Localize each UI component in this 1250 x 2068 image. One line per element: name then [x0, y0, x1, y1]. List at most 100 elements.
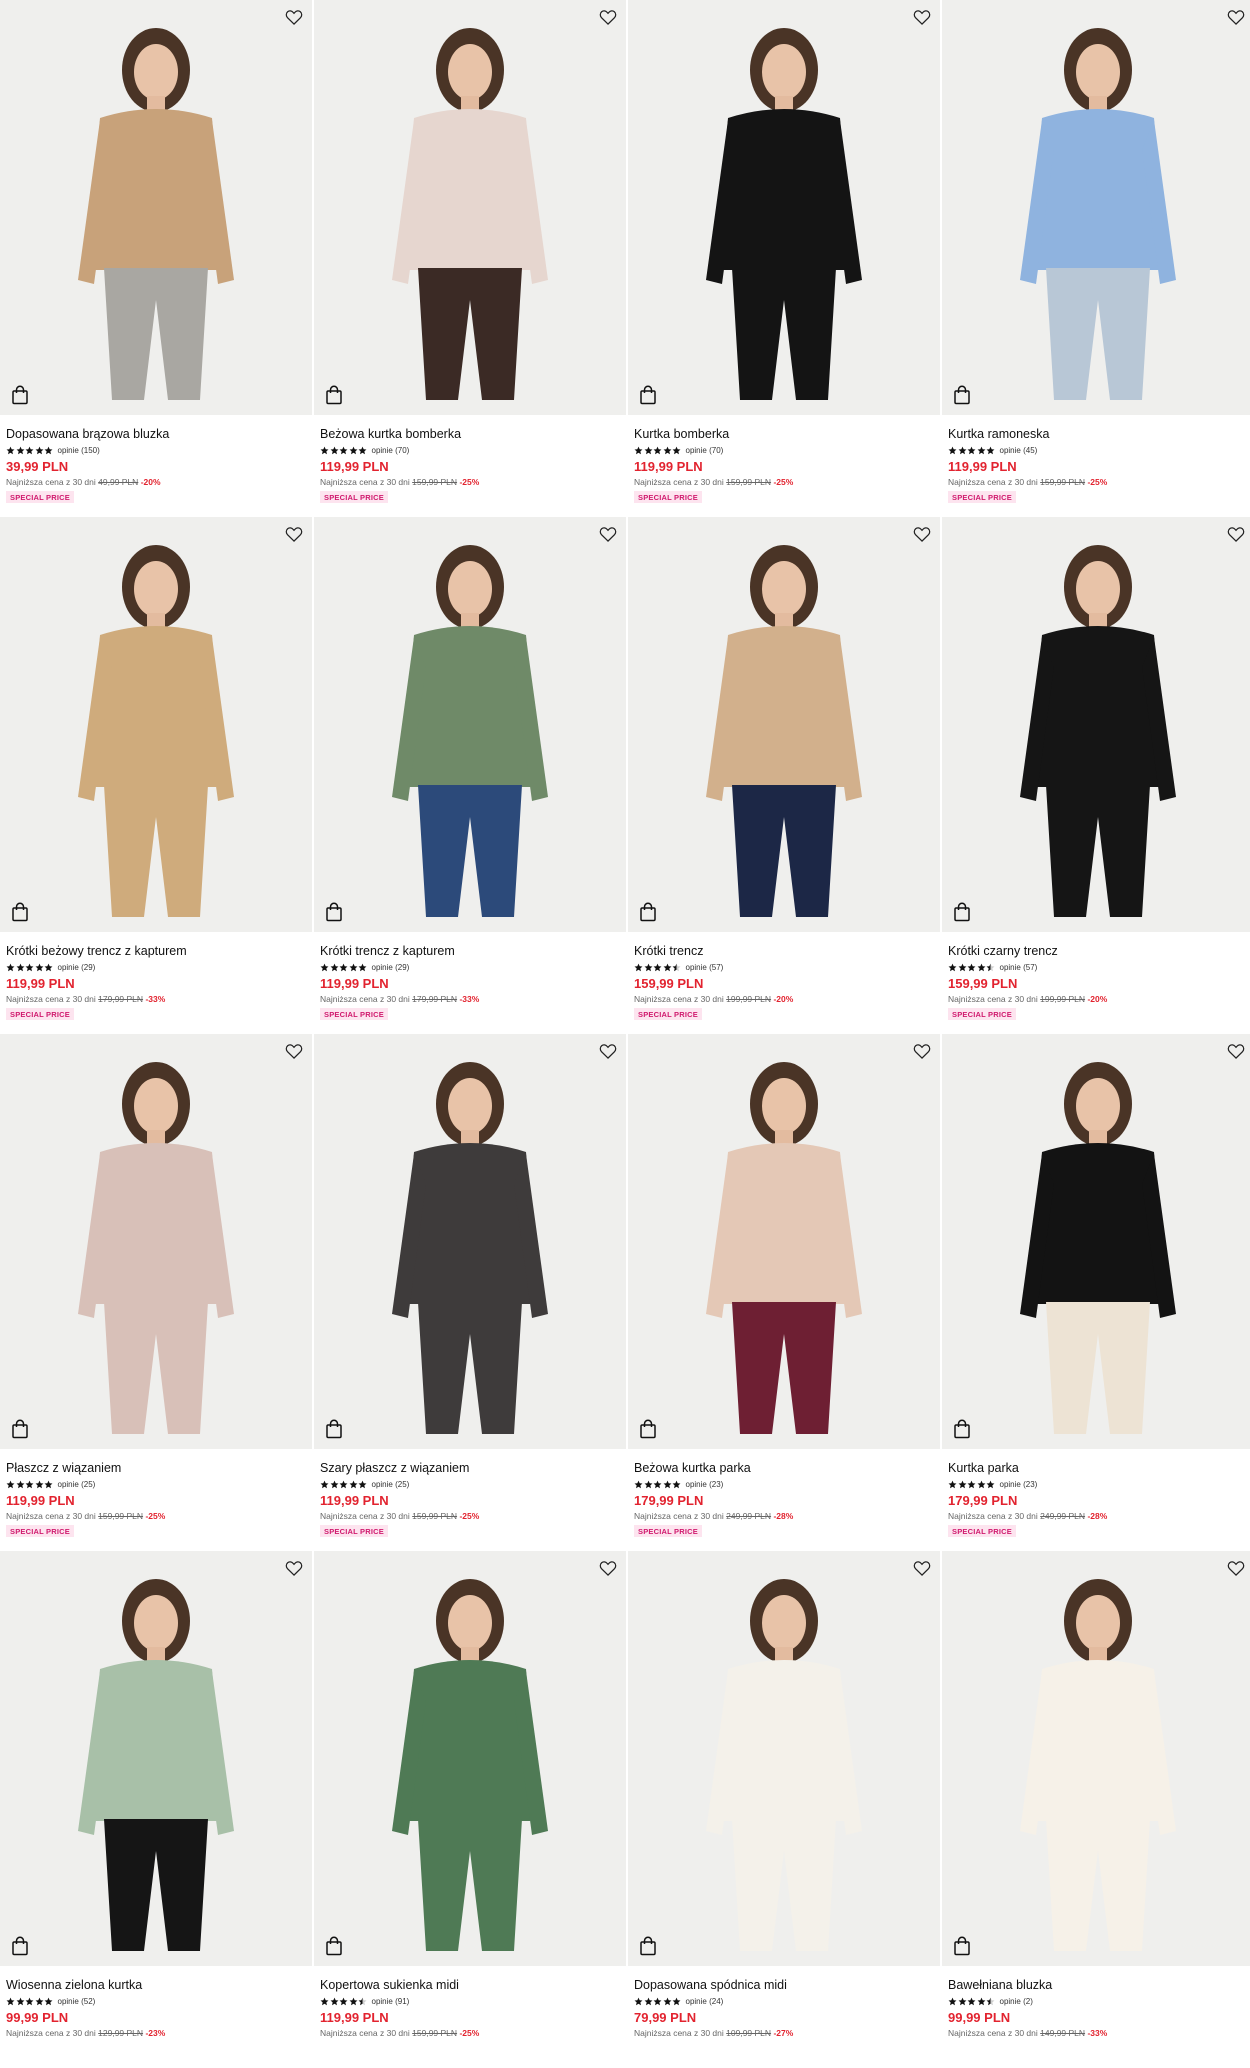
shopping-bag-icon[interactable]	[325, 385, 343, 405]
product-image[interactable]	[314, 517, 626, 932]
review-count[interactable]: opinie (70)	[372, 446, 410, 455]
review-count[interactable]: opinie (23)	[686, 1480, 724, 1489]
product-image[interactable]	[942, 0, 1250, 415]
product-name[interactable]: Bawełniana bluzka	[948, 1978, 1250, 1993]
heart-outline-icon[interactable]	[598, 7, 618, 27]
shopping-bag-icon[interactable]	[639, 1419, 657, 1439]
product-card-7[interactable]: Krótki trencz opinie (57) 159,99 PLN Naj…	[628, 517, 942, 1034]
product-card-3[interactable]: Kurtka bomberka opinie (70) 119,99 PLN N…	[628, 0, 942, 517]
product-image[interactable]	[942, 1034, 1250, 1449]
heart-outline-icon[interactable]	[912, 7, 932, 27]
shopping-bag-icon[interactable]	[639, 1936, 657, 1956]
product-image[interactable]	[0, 0, 312, 415]
shopping-bag-icon[interactable]	[953, 1419, 971, 1439]
star-icon	[44, 1480, 53, 1488]
product-card-9[interactable]: Płaszcz z wiązaniem opinie (25) 119,99 P…	[0, 1034, 314, 1551]
review-count[interactable]: opinie (25)	[372, 1480, 410, 1489]
product-image[interactable]	[942, 517, 1250, 932]
product-image[interactable]	[628, 1034, 940, 1449]
product-card-15[interactable]: Dopasowana spódnica midi opinie (24) 79,…	[628, 1551, 942, 2068]
product-card-13[interactable]: Wiosenna zielona kurtka opinie (52) 99,9…	[0, 1551, 314, 2068]
product-name[interactable]: Kurtka ramoneska	[948, 427, 1250, 442]
product-name[interactable]: Dopasowana brązowa bluzka	[6, 427, 308, 442]
review-count[interactable]: opinie (70)	[686, 446, 724, 455]
product-image[interactable]	[628, 0, 940, 415]
product-name[interactable]: Wiosenna zielona kurtka	[6, 1978, 308, 1993]
shopping-bag-icon[interactable]	[11, 1419, 29, 1439]
product-name[interactable]: Kurtka bomberka	[634, 427, 936, 442]
product-info: Kopertowa sukienka midi opinie (91) 119,…	[314, 1966, 628, 2038]
star-icon	[16, 446, 24, 454]
heart-outline-icon[interactable]	[284, 7, 304, 27]
heart-outline-icon[interactable]	[912, 1558, 932, 1578]
product-card-10[interactable]: Szary płaszcz z wiązaniem opinie (25) 11…	[314, 1034, 628, 1551]
shopping-bag-icon[interactable]	[325, 902, 343, 922]
heart-outline-icon[interactable]	[598, 1558, 618, 1578]
shopping-bag-icon[interactable]	[953, 1936, 971, 1956]
product-card-16[interactable]: Bawełniana bluzka opinie (2) 99,99 PLN N…	[942, 1551, 1250, 2068]
heart-outline-icon[interactable]	[912, 1041, 932, 1061]
product-card-8[interactable]: Krótki czarny trencz opinie (57) 159,99 …	[942, 517, 1250, 1034]
heart-outline-icon[interactable]	[284, 1041, 304, 1061]
product-card-4[interactable]: Kurtka ramoneska opinie (45) 119,99 PLN …	[942, 0, 1250, 517]
product-name[interactable]: Krótki czarny trencz	[948, 944, 1250, 959]
review-count[interactable]: opinie (45)	[1000, 446, 1038, 455]
review-count[interactable]: opinie (24)	[686, 1997, 724, 2006]
shopping-bag-icon[interactable]	[325, 1936, 343, 1956]
heart-outline-icon[interactable]	[284, 1558, 304, 1578]
review-count[interactable]: opinie (150)	[58, 446, 100, 455]
product-name[interactable]: Kopertowa sukienka midi	[320, 1978, 622, 1993]
review-count[interactable]: opinie (23)	[1000, 1480, 1038, 1489]
product-image[interactable]	[0, 1034, 312, 1449]
product-name[interactable]: Krótki trencz z kapturem	[320, 944, 622, 959]
review-count[interactable]: opinie (57)	[686, 963, 724, 972]
product-image[interactable]	[0, 1551, 312, 1966]
heart-outline-icon[interactable]	[598, 1041, 618, 1061]
product-image[interactable]	[942, 1551, 1250, 1966]
heart-outline-icon[interactable]	[598, 524, 618, 544]
shopping-bag-icon[interactable]	[11, 1936, 29, 1956]
product-image[interactable]	[628, 1551, 940, 1966]
product-card-14[interactable]: Kopertowa sukienka midi opinie (91) 119,…	[314, 1551, 628, 2068]
product-image[interactable]	[314, 0, 626, 415]
shopping-bag-icon[interactable]	[11, 902, 29, 922]
shopping-bag-icon[interactable]	[325, 1419, 343, 1439]
star-icon	[948, 1997, 957, 2005]
review-count[interactable]: opinie (29)	[58, 963, 96, 972]
product-name[interactable]: Krótki beżowy trencz z kapturem	[6, 944, 308, 959]
product-card-5[interactable]: Krótki beżowy trencz z kapturem opinie (…	[0, 517, 314, 1034]
review-count[interactable]: opinie (29)	[372, 963, 410, 972]
shopping-bag-icon[interactable]	[639, 902, 657, 922]
product-image[interactable]	[314, 1551, 626, 1966]
product-image[interactable]	[628, 517, 940, 932]
product-image[interactable]	[0, 517, 312, 932]
heart-outline-icon[interactable]	[1226, 524, 1246, 544]
shopping-bag-icon[interactable]	[953, 902, 971, 922]
heart-outline-icon[interactable]	[1226, 7, 1246, 27]
product-name[interactable]: Szary płaszcz z wiązaniem	[320, 1461, 622, 1476]
product-card-12[interactable]: Kurtka parka opinie (23) 179,99 PLN Najn…	[942, 1034, 1250, 1551]
review-count[interactable]: opinie (57)	[1000, 963, 1038, 972]
heart-outline-icon[interactable]	[284, 524, 304, 544]
product-name[interactable]: Płaszcz z wiązaniem	[6, 1461, 308, 1476]
product-card-6[interactable]: Krótki trencz z kapturem opinie (29) 119…	[314, 517, 628, 1034]
heart-outline-icon[interactable]	[912, 524, 932, 544]
product-name[interactable]: Beżowa kurtka parka	[634, 1461, 936, 1476]
review-count[interactable]: opinie (52)	[58, 1997, 96, 2006]
review-count[interactable]: opinie (25)	[58, 1480, 96, 1489]
product-card-11[interactable]: Beżowa kurtka parka opinie (23) 179,99 P…	[628, 1034, 942, 1551]
product-image[interactable]	[314, 1034, 626, 1449]
review-count[interactable]: opinie (91)	[372, 1997, 410, 2006]
product-name[interactable]: Dopasowana spódnica midi	[634, 1978, 936, 1993]
product-name[interactable]: Krótki trencz	[634, 944, 936, 959]
product-card-1[interactable]: Dopasowana brązowa bluzka opinie (150) 3…	[0, 0, 314, 517]
product-card-2[interactable]: Beżowa kurtka bomberka opinie (70) 119,9…	[314, 0, 628, 517]
heart-outline-icon[interactable]	[1226, 1558, 1246, 1578]
shopping-bag-icon[interactable]	[639, 385, 657, 405]
shopping-bag-icon[interactable]	[11, 385, 29, 405]
product-name[interactable]: Beżowa kurtka bomberka	[320, 427, 622, 442]
review-count[interactable]: opinie (2)	[1000, 1997, 1033, 2006]
heart-outline-icon[interactable]	[1226, 1041, 1246, 1061]
product-name[interactable]: Kurtka parka	[948, 1461, 1250, 1476]
shopping-bag-icon[interactable]	[953, 385, 971, 405]
